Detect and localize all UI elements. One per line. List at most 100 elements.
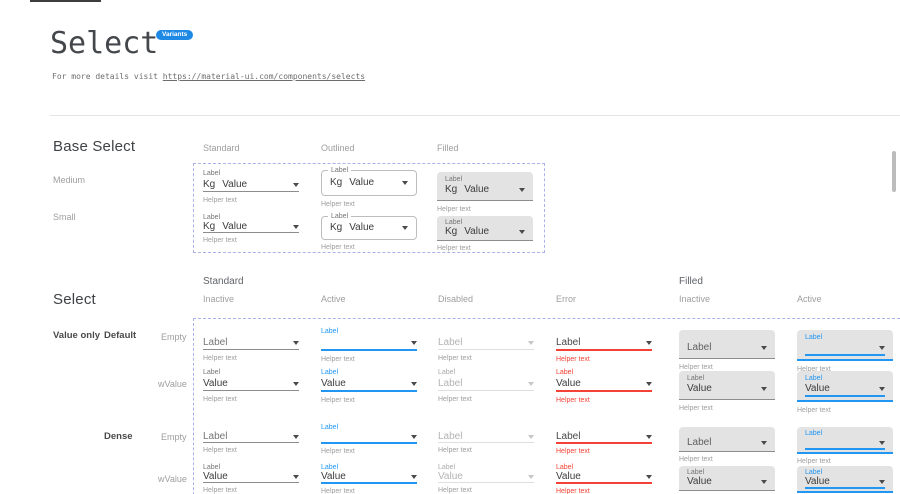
cell-standard-error-wvalue: LabelValueHelper text [556,368,652,405]
select-outline-box[interactable]: LabelKgValue [321,216,417,240]
select-value-row[interactable]: Value [203,377,299,391]
select-filled-box[interactable]: Label [797,330,893,361]
helper-text: Helper text [321,447,417,456]
variants-badge: Variants [156,30,193,40]
select-filled-box[interactable]: Label [679,427,775,452]
helper-text: Helper text [797,406,893,415]
dropdown-arrow-icon [879,387,885,391]
select-label: Label [321,368,417,377]
helper-text: Helper text [321,487,417,494]
select-filled-box[interactable]: LabelValue [679,466,775,491]
select-value-row[interactable]: Value [805,383,885,397]
helper-text: Helper text [438,446,534,455]
helper-text: Helper text [438,486,534,494]
dropdown-arrow-icon [761,387,767,391]
select-value: Value [687,383,757,395]
select-value-row[interactable]: Value [556,377,652,392]
helper-text: Helper text [437,205,533,214]
select-value-row[interactable]: Value [321,471,417,484]
select-filled-box[interactable]: LabelKgValue [437,172,533,201]
select-value-row[interactable] [805,342,885,356]
row-label-empty-dense: Empty [161,432,187,442]
select-value: Label [687,437,757,449]
select-value-row[interactable]: Label [438,377,534,391]
select-value-row[interactable]: Label [438,431,534,443]
select-value-row[interactable]: Value [687,476,767,487]
helper-text: Helper text [203,354,299,363]
select-value: Label [687,342,757,354]
select-value-row[interactable]: KgValue [203,178,299,192]
row-label-medium: Medium [53,175,85,185]
select-filled-box[interactable]: Label [679,330,775,359]
helper-text: Helper text [203,236,299,245]
scrollbar-thumb[interactable] [892,151,896,192]
dropdown-arrow-icon [519,230,525,234]
select-filled-box[interactable]: LabelValue [679,371,775,400]
dropdown-arrow-icon [761,346,767,350]
select-outline-box[interactable]: LabelKgValue [321,170,417,196]
select-value-row[interactable]: KgValue [445,184,525,196]
helper-text: Helper text [203,395,299,404]
select-value-row[interactable]: KgValue [330,177,408,189]
helper-text: Helper text [321,200,417,209]
cell-filled-inactive-wvalue-dense: LabelValueHelper text [679,466,775,494]
select-filled-box[interactable]: Label [797,427,893,454]
cell-filled-inactive-wvalue: LabelValue Helper text [679,371,775,413]
cell-standard-inactive-wvalue: LabelValueHelper text [203,368,299,404]
cell-standard-disabled-empty: LabelHelper text [438,327,534,363]
select-label [438,327,534,336]
select-value: Value [805,476,875,488]
select-value-row[interactable]: Label [556,336,652,351]
cell-standard-disabled-empty-dense: Label Helper text [438,423,534,455]
dropdown-arrow-icon [411,435,417,439]
select-value-row[interactable]: Value [203,471,299,483]
subtitle-text: For more details visit [52,72,163,81]
select-value-row[interactable]: KgValue [445,226,525,237]
select-label: Label [687,374,767,383]
select-value: Label [556,337,642,349]
cell-filled-active-empty-dense: LabelHelper text [797,427,893,466]
select-filled-box[interactable]: LabelValue [797,371,893,402]
select-value-row[interactable]: KgValue [330,223,408,234]
dropdown-arrow-icon [293,475,299,479]
select-value-row[interactable] [321,431,417,444]
select-value-row[interactable]: KgValue [203,221,299,233]
select-value: Value [321,471,407,483]
dropdown-arrow-icon [528,382,534,386]
docs-link[interactable]: https://material-ui.com/components/selec… [163,72,365,81]
helper-text: Helper text [556,355,652,364]
select-value-row[interactable]: Value [805,476,885,489]
select-value-row[interactable]: Label [687,342,767,354]
select-value-row[interactable]: Label [203,336,299,350]
select-label: Label [328,166,351,175]
helper-text: Helper text [321,355,417,364]
select-value-row[interactable] [805,437,885,450]
column-header-filled-inactive: Inactive [679,294,710,304]
select-value-row[interactable]: Label [438,336,534,350]
helper-text: Helper text [437,244,533,253]
select-value: Value [203,471,289,483]
cell-standard-active-empty: LabelHelper text [321,327,417,364]
helper-text: Helper text [679,404,775,413]
select-value-row[interactable]: Value [687,383,767,395]
section-heading-select: Select [53,291,96,308]
base-select-outlined-medium: LabelKgValue Helper text [321,170,417,209]
select-value-row[interactable]: Label [556,431,652,444]
select-states-frame [193,318,900,494]
helper-text: Helper text [203,196,299,205]
select-value-row[interactable]: Label [203,431,299,443]
select-value-row[interactable]: Value [321,377,417,392]
select-filled-box[interactable]: LabelKgValue [437,216,533,241]
select-value-row[interactable] [321,336,417,351]
column-header-outlined: Outlined [321,143,355,153]
select-value-row[interactable]: Value [438,471,534,483]
base-select-standard-small: LabelKgValueHelper text [203,213,299,245]
select-value: Label [438,378,524,390]
select-value-row[interactable]: Label [687,437,767,448]
column-header-filled-active: Active [797,294,822,304]
select-value-row[interactable]: Value [556,471,652,484]
dropdown-arrow-icon [646,435,652,439]
dropdown-arrow-icon [411,475,417,479]
select-filled-box[interactable]: LabelValue [797,466,893,493]
dropdown-arrow-icon [761,441,767,445]
